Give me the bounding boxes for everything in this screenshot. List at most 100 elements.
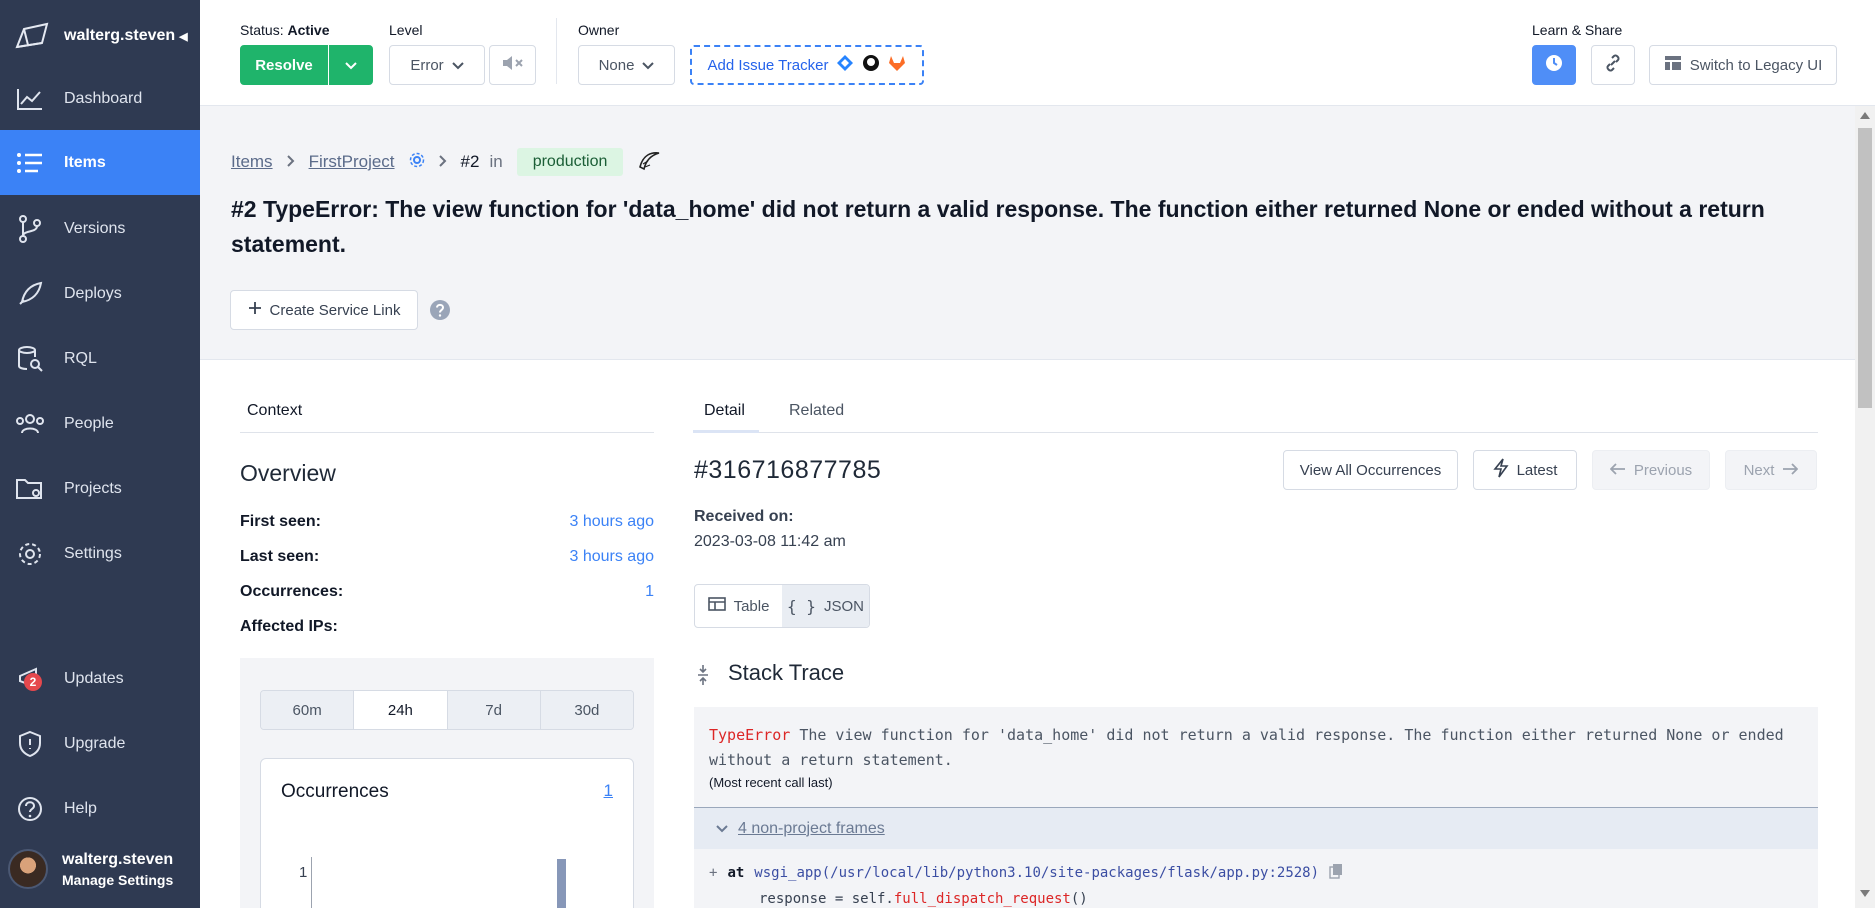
breadcrumb-project-link[interactable]: FirstProject xyxy=(309,152,395,172)
range-30d[interactable]: 30d xyxy=(540,691,633,729)
sidebar-item-settings[interactable]: Settings xyxy=(0,521,200,586)
clock-icon xyxy=(1545,54,1563,76)
exception-message: TypeError The view function for 'data_ho… xyxy=(709,723,1809,773)
flask-framework-icon xyxy=(637,149,661,176)
copy-icon[interactable] xyxy=(1329,863,1343,883)
sidebar-item-help[interactable]: Help xyxy=(0,776,200,841)
chevron-down-icon xyxy=(345,57,357,74)
tab-detail[interactable]: Detail xyxy=(704,402,745,420)
create-service-link-button[interactable]: Create Service Link xyxy=(230,290,418,330)
layout-icon xyxy=(1664,55,1682,75)
previous-button[interactable]: Previous xyxy=(1592,450,1710,490)
frame-code-line: response = self.full_dispatch_request() xyxy=(759,891,1088,907)
expand-frame-icon[interactable]: + xyxy=(709,865,717,881)
account-switcher[interactable]: walterg.steven ◀ xyxy=(64,27,188,45)
mute-icon xyxy=(502,55,524,75)
sidebar-item-label: Help xyxy=(64,799,97,817)
range-24h[interactable]: 24h xyxy=(354,691,448,729)
history-button[interactable] xyxy=(1532,45,1576,85)
scroll-down-arrow-icon[interactable] xyxy=(1860,890,1870,897)
switch-legacy-ui-button[interactable]: Switch to Legacy UI xyxy=(1649,45,1837,85)
chart-y-axis xyxy=(311,857,312,908)
sidebar-item-items[interactable]: Items xyxy=(0,130,200,195)
next-label: Next xyxy=(1743,461,1775,479)
sidebar-item-label: Versions xyxy=(64,219,126,237)
frame-location[interactable]: wsgi_app(/usr/local/lib/python3.10/site-… xyxy=(754,865,1319,881)
view-json-button[interactable]: { } JSON xyxy=(782,585,869,627)
occurrences-card-count[interactable]: 1 xyxy=(604,781,613,801)
legacy-label: Switch to Legacy UI xyxy=(1689,56,1823,74)
received-value: 2023-03-08 11:42 am xyxy=(694,533,846,550)
sidebar-item-projects[interactable]: Projects xyxy=(0,456,200,521)
first-seen-label: First seen: xyxy=(240,513,321,530)
view-table-button[interactable]: Table xyxy=(695,585,782,627)
help-icon xyxy=(14,793,46,825)
resolve-button[interactable]: Resolve xyxy=(240,45,328,85)
sidebar-item-versions[interactable]: Versions xyxy=(0,196,200,261)
owner-select[interactable]: None xyxy=(578,45,675,85)
non-project-frames-toggle[interactable]: 4 non-project frames xyxy=(694,807,1818,849)
manage-settings-link[interactable]: Manage Settings xyxy=(62,872,173,888)
sidebar-item-dashboard[interactable]: Dashboard xyxy=(0,66,200,131)
next-button[interactable]: Next xyxy=(1725,450,1817,490)
tab-context[interactable]: Context xyxy=(247,402,302,420)
environment-badge[interactable]: production xyxy=(516,148,624,176)
tab-related[interactable]: Related xyxy=(789,402,844,420)
sidebar-item-label: Dashboard xyxy=(64,89,143,107)
sidebar-item-updates[interactable]: 2 Updates xyxy=(0,646,200,711)
copy-link-button[interactable] xyxy=(1591,45,1635,85)
chevron-right-icon xyxy=(286,152,295,172)
breadcrumb-items-link[interactable]: Items xyxy=(231,152,273,172)
chart-line-icon xyxy=(14,83,46,115)
view-all-occurrences-button[interactable]: View All Occurrences xyxy=(1283,450,1458,490)
range-60m[interactable]: 60m xyxy=(261,691,355,729)
top-bar: Status: Active Resolve Level Error Owner… xyxy=(200,0,1875,106)
view-all-label: View All Occurrences xyxy=(1299,461,1442,479)
jira-icon xyxy=(836,54,854,76)
user-menu[interactable]: walterg.steven Manage Settings xyxy=(0,838,200,900)
project-settings-icon[interactable] xyxy=(409,152,425,173)
range-7d[interactable]: 7d xyxy=(447,691,541,729)
status-label: Status: Active xyxy=(240,22,330,38)
rocket-icon xyxy=(14,278,46,310)
sidebar-item-label: People xyxy=(64,414,114,432)
sidebar-item-upgrade[interactable]: Upgrade xyxy=(0,711,200,776)
scroll-thumb[interactable] xyxy=(1858,128,1872,408)
occurrences-card-title: Occurrences xyxy=(281,781,389,802)
shield-icon xyxy=(14,728,46,760)
chart-bar[interactable] xyxy=(557,859,566,908)
affected-ips-label: Affected IPs: xyxy=(240,618,338,635)
latest-button[interactable]: Latest xyxy=(1473,450,1577,490)
level-select[interactable]: Error xyxy=(389,45,485,85)
avatar xyxy=(8,849,48,889)
user-name: walterg.steven xyxy=(62,850,174,868)
status-value: Active xyxy=(287,22,330,38)
chart-y-tick: 1 xyxy=(299,864,308,881)
sidebar-item-deploys[interactable]: Deploys xyxy=(0,261,200,326)
sidebar-item-rql[interactable]: RQL xyxy=(0,326,200,391)
non-project-frames-label: 4 non-project frames xyxy=(738,819,885,837)
first-seen-value[interactable]: 3 hours ago xyxy=(569,513,654,531)
owner-value: None xyxy=(598,56,635,74)
chevron-down-icon xyxy=(642,57,655,74)
chevron-down-icon xyxy=(451,57,464,74)
link-icon xyxy=(1604,54,1622,76)
sidebar-item-people[interactable]: People xyxy=(0,391,200,456)
megaphone-icon: 2 xyxy=(14,663,46,695)
last-seen-value[interactable]: 3 hours ago xyxy=(569,548,654,566)
add-issue-tracker-button[interactable]: Add Issue Tracker xyxy=(690,45,924,85)
last-seen-row: Last seen: 3 hours ago xyxy=(240,548,654,566)
help-circle-icon[interactable] xyxy=(429,299,451,326)
resolve-options-button[interactable] xyxy=(329,45,373,85)
collapse-stack-icon[interactable] xyxy=(697,664,709,691)
affected-ips-row: Affected IPs: xyxy=(240,618,654,636)
rollbar-logo-icon[interactable] xyxy=(14,21,50,51)
scroll-up-arrow-icon[interactable] xyxy=(1860,112,1870,119)
arrow-right-icon xyxy=(1782,462,1799,479)
context-divider xyxy=(240,432,654,433)
mute-button[interactable] xyxy=(489,45,536,85)
occurrences-value[interactable]: 1 xyxy=(645,583,654,601)
previous-label: Previous xyxy=(1633,461,1693,479)
page-scrollbar[interactable] xyxy=(1855,106,1875,908)
overview-heading: Overview xyxy=(240,460,336,486)
